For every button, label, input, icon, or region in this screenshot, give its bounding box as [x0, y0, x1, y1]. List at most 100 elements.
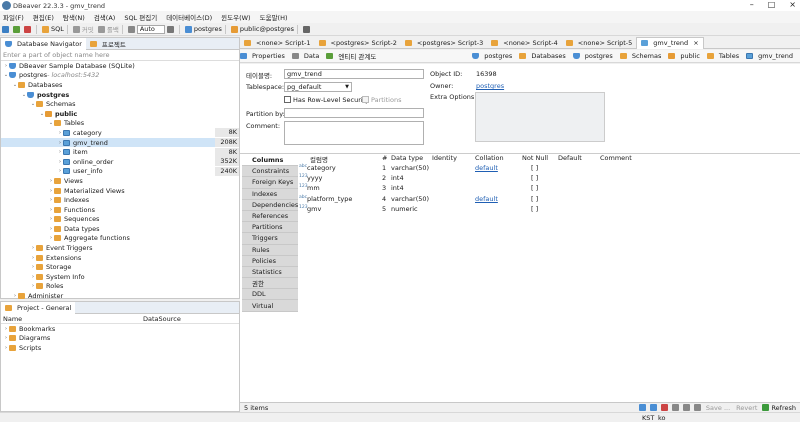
tree-item[interactable]: › DBeaver Sample Database (SQLite) — [1, 61, 239, 71]
menu-edit[interactable]: 편집(E) — [33, 12, 54, 22]
column-header[interactable]: # — [382, 154, 387, 162]
active-connection[interactable]: postgres — [194, 25, 222, 33]
object-tab[interactable]: Partitions — [242, 222, 298, 234]
close-icon[interactable]: × — [693, 39, 698, 47]
tree-item[interactable]: › System Info — [1, 272, 239, 282]
tab-data[interactable]: Data — [291, 52, 319, 60]
filter-icon[interactable] — [693, 404, 701, 411]
settings-icon[interactable] — [166, 25, 174, 33]
column-name-cell[interactable]: yyyy — [307, 174, 322, 182]
commit-button[interactable]: 커밋 — [82, 24, 94, 34]
tree-item[interactable]: › Data types — [1, 224, 239, 234]
extra-options-box[interactable] — [475, 92, 605, 142]
menu-search[interactable]: 검색(A) — [94, 12, 115, 22]
column-header[interactable]: Data type — [391, 154, 423, 162]
tree-item[interactable]: › item 8K — [1, 147, 239, 157]
object-tab[interactable]: Policies — [242, 255, 298, 267]
tree-item[interactable]: › Functions — [1, 205, 239, 215]
column-header[interactable]: Default — [558, 154, 582, 162]
refresh-button[interactable]: Refresh — [771, 404, 796, 412]
sql-editor-icon[interactable] — [42, 25, 49, 33]
column-header[interactable]: Comment — [600, 154, 632, 162]
table-row[interactable]: abc platform_type 4 varchar(50) default [ ] — [298, 194, 798, 204]
menu-navigate[interactable]: 탐색(N) — [63, 12, 85, 22]
maximize-button[interactable]: □ — [768, 0, 776, 9]
object-tab[interactable]: Columns — [242, 155, 298, 167]
column-header[interactable]: Not Null — [522, 154, 548, 162]
tree-item[interactable]: › user_info 240K — [1, 166, 239, 177]
minimize-button[interactable]: – — [750, 0, 754, 9]
breadcrumb-item[interactable]: Tables — [706, 52, 739, 60]
tree-item[interactable]: › Indexes — [1, 195, 239, 205]
breadcrumb-item[interactable]: postgres — [572, 52, 613, 60]
object-tab[interactable]: Rules — [242, 244, 298, 256]
tree-item[interactable]: ⌄ postgres — [1, 90, 239, 100]
column-header[interactable]: Collation — [475, 154, 504, 162]
refresh-icon[interactable] — [762, 404, 770, 411]
tree-item[interactable]: › Extensions — [1, 253, 239, 263]
active-schema[interactable]: public@postgres — [240, 25, 294, 33]
breadcrumb-item[interactable]: public — [668, 52, 700, 60]
editor-tab[interactable]: gmv_trend × — [636, 36, 704, 49]
editor-tab[interactable]: <none> Script-1 — [240, 37, 315, 49]
tab-project-general[interactable]: Project - General — [1, 301, 76, 314]
table-row[interactable]: 123 gmv 5 numeric[ ] — [298, 204, 798, 214]
tree-item[interactable]: › Roles — [1, 282, 239, 292]
column-header[interactable]: Identity — [432, 154, 457, 162]
tree-item[interactable]: › Materialized Views — [1, 186, 239, 196]
breadcrumb-item[interactable]: Schemas — [619, 52, 661, 60]
object-tab[interactable]: Indexes — [242, 188, 298, 200]
menu-sql-editor[interactable]: SQL 편집기 — [124, 12, 157, 22]
add-icon[interactable] — [638, 404, 646, 411]
rollback-icon[interactable] — [97, 25, 105, 33]
menu-help[interactable]: 도움말(H) — [260, 12, 288, 22]
tree-item[interactable]: ⌄ Tables — [1, 119, 239, 129]
project-item[interactable]: › Scripts — [1, 343, 239, 353]
not-null-checkbox[interactable]: [ ] — [531, 174, 538, 182]
not-null-checkbox[interactable]: [ ] — [531, 205, 538, 213]
move-up-icon[interactable] — [671, 404, 679, 411]
rls-checkbox[interactable] — [284, 96, 291, 103]
breadcrumb-item[interactable]: gmv_trend — [746, 52, 793, 60]
object-tab[interactable]: DDL — [242, 289, 298, 301]
close-button[interactable]: × — [789, 0, 796, 9]
edit-icon[interactable] — [649, 404, 657, 411]
tab-er-diagram[interactable]: 엔티티 관계도 — [326, 51, 376, 61]
tree-item[interactable]: › Event Triggers — [1, 243, 239, 253]
collation-cell[interactable]: default — [475, 195, 498, 203]
data-type-cell[interactable]: varchar(50) — [391, 164, 429, 172]
save-button[interactable]: Save ... — [706, 404, 730, 412]
sql-button[interactable]: SQL — [51, 25, 64, 33]
table-row[interactable]: abc category 1 varchar(50) default [ ] — [298, 163, 798, 173]
not-null-checkbox[interactable]: [ ] — [531, 164, 538, 172]
project-item[interactable]: › Diagrams — [1, 334, 239, 344]
not-null-checkbox[interactable]: [ ] — [531, 195, 538, 203]
data-type-cell[interactable]: int4 — [391, 184, 404, 192]
tablespace-select[interactable]: pg_default ▼ — [284, 82, 352, 92]
editor-tab[interactable]: <postgres> Script-2 — [315, 37, 401, 49]
tree-item[interactable]: › Aggregate functions — [1, 234, 239, 244]
tree-item[interactable]: ⌄ Databases — [1, 80, 239, 90]
delete-icon[interactable] — [660, 404, 668, 411]
breadcrumb-item[interactable]: Databases — [519, 52, 566, 60]
object-tab[interactable]: Statistics — [242, 266, 298, 279]
transaction-mode-select[interactable]: Auto — [136, 24, 165, 34]
tree-item[interactable]: › Views — [1, 176, 239, 186]
editor-tab[interactable]: <postgres> Script-3 — [401, 37, 487, 49]
data-type-cell[interactable]: varchar(50) — [391, 195, 429, 203]
column-name-cell[interactable]: category — [307, 164, 336, 172]
tab-database-navigator[interactable]: Database Navigator — [1, 37, 86, 50]
object-tab[interactable]: Dependencies — [242, 199, 298, 211]
tree-item[interactable]: › Sequences — [1, 215, 239, 225]
object-tab[interactable]: Foreign Keys — [242, 177, 298, 189]
data-type-cell[interactable]: numeric — [391, 205, 418, 213]
table-name-input[interactable]: gmv_trend — [284, 69, 424, 79]
editor-tab[interactable]: <none> Script-4 — [487, 37, 562, 49]
new-connection-icon[interactable] — [2, 25, 9, 33]
menu-file[interactable]: 파일(F) — [3, 12, 24, 22]
comment-textarea[interactable] — [284, 121, 424, 145]
object-tab[interactable]: Virtual — [242, 300, 298, 312]
object-tab[interactable]: Triggers — [242, 233, 298, 245]
collation-cell[interactable]: default — [475, 164, 498, 172]
object-tab[interactable]: References — [242, 210, 298, 223]
